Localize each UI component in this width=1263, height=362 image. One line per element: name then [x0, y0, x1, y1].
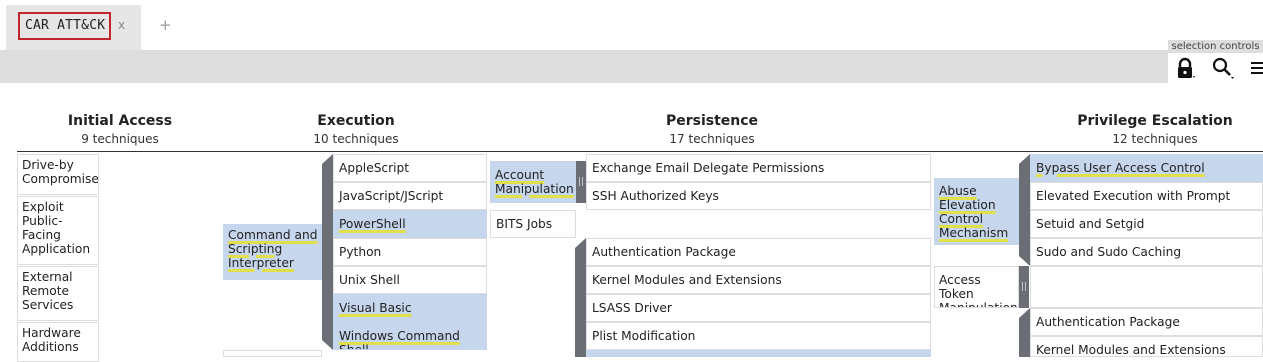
lock-icon[interactable] [1173, 56, 1197, 80]
subtechnique-label: Visual Basic [339, 301, 412, 315]
subtechnique-label: PowerShell [339, 217, 406, 231]
tab-label[interactable]: CAR ATT&CK [18, 12, 111, 40]
subtechnique-bracket [575, 238, 586, 357]
empty-cell [1030, 266, 1263, 308]
subtechnique-cell[interactable]: Windows Command Shell [333, 322, 487, 350]
technique-label: Command and Scripting Interpreter [228, 228, 318, 270]
technique-cell[interactable]: BITS Jobs [490, 210, 576, 238]
subtechnique-cell[interactable]: Plist Modification [586, 322, 931, 350]
subtechnique-label: Bypass User Access Control [1036, 161, 1205, 175]
tab-close-icon[interactable]: x [118, 18, 125, 32]
subtechnique-cell[interactable] [586, 350, 931, 357]
subtechnique-cell[interactable]: Kernel Modules and Extensions [586, 266, 931, 294]
subtechnique-bracket [322, 154, 333, 350]
subtechnique-cell[interactable]: Exchange Email Delegate Permissions [586, 154, 931, 182]
selection-controls-label: selection controls [1168, 40, 1263, 53]
menu-icon[interactable] [1249, 56, 1263, 80]
search-icon[interactable] [1211, 56, 1235, 80]
subtechnique-toggle-handle[interactable]: || [576, 161, 586, 203]
header-divider [17, 151, 1263, 152]
subtechnique-cell[interactable]: AppleScript [333, 154, 487, 182]
tactic-execution[interactable]: Execution [256, 113, 456, 129]
toolbar [0, 50, 1263, 83]
subtechnique-cell[interactable]: PowerShell [333, 210, 487, 238]
tactic-privilege-escalation[interactable]: Privilege Escalation [1055, 113, 1255, 129]
subtechnique-label: Windows Command Shell [339, 329, 460, 350]
subtechnique-cell[interactable]: Kernel Modules and Extensions [1030, 336, 1263, 357]
subtechnique-cell[interactable]: JavaScript/JScript [333, 182, 487, 210]
tactic-initial-access[interactable]: Initial Access [20, 113, 220, 129]
technique-cell[interactable]: Drive-by Compromise [17, 154, 99, 195]
technique-label: Account Manipulation [495, 168, 574, 196]
technique-cell[interactable] [223, 350, 322, 357]
tactic-persistence[interactable]: Persistence [562, 113, 862, 129]
tactic-count: 10 techniques [313, 132, 399, 146]
technique-label: Abuse Elevation Control Mechanism [939, 184, 1009, 240]
subtechnique-cell[interactable]: Elevated Execution with Prompt [1030, 182, 1263, 210]
subtechnique-cell[interactable]: Setuid and Setgid [1030, 210, 1263, 238]
subtechnique-cell[interactable]: Bypass User Access Control [1030, 154, 1263, 182]
subtechnique-cell[interactable]: SSH Authorized Keys [586, 182, 931, 210]
technique-cell[interactable]: Hardware Additions [17, 322, 99, 362]
subtechnique-cell[interactable]: Unix Shell [333, 266, 487, 294]
subtechnique-cell[interactable]: Python [333, 238, 487, 266]
tactic-count: 12 techniques [1112, 132, 1198, 146]
subtechnique-bracket [1019, 308, 1030, 357]
technique-cell[interactable]: Exploit Public-Facing Application [17, 196, 99, 265]
subtechnique-cell[interactable]: Authentication Package [586, 238, 931, 266]
tactic-count: 9 techniques [81, 132, 159, 146]
tab-bar [0, 0, 1263, 50]
subtechnique-cell[interactable]: Sudo and Sudo Caching [1030, 238, 1263, 266]
subtechnique-cell[interactable]: LSASS Driver [586, 294, 931, 322]
technique-cell[interactable]: External Remote Services [17, 266, 99, 321]
subtechnique-bracket [1019, 154, 1030, 266]
technique-cell-parent[interactable]: Access Token Manipulation [934, 266, 1019, 308]
technique-cell-parent[interactable]: Command and Scripting Interpreter [223, 224, 322, 280]
add-tab-button[interactable]: + [159, 16, 172, 34]
subtechnique-cell[interactable]: Visual Basic [333, 294, 487, 322]
subtechnique-toggle-handle[interactable]: || [1019, 266, 1029, 308]
technique-cell-parent[interactable]: Abuse Elevation Control Mechanism [934, 178, 1019, 245]
technique-cell-parent[interactable]: Account Manipulation [490, 161, 576, 203]
subtechnique-cell[interactable]: Authentication Package [1030, 308, 1263, 336]
tactic-count: 17 techniques [669, 132, 755, 146]
